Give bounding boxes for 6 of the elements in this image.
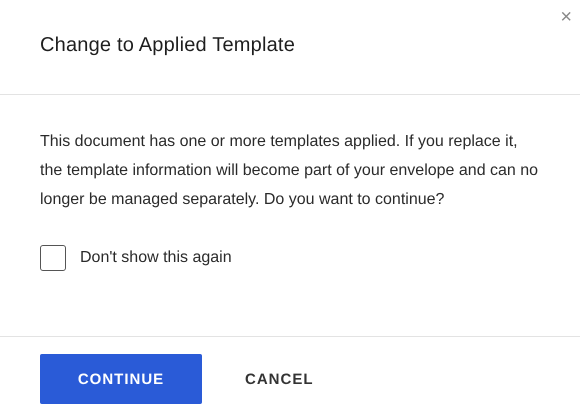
close-button[interactable]: × [558, 6, 574, 28]
continue-button[interactable]: CONTINUE [40, 354, 202, 404]
checkbox[interactable] [40, 245, 66, 271]
message-text: This document has one or more templates applied. If you replace it, the template information will become part of your envelope and can no longer be managed separately. Do you want to continue? [40, 132, 540, 210]
dialog-title: Change to Applied Template [40, 34, 296, 57]
checkbox-label: Don't show this again [80, 249, 232, 267]
